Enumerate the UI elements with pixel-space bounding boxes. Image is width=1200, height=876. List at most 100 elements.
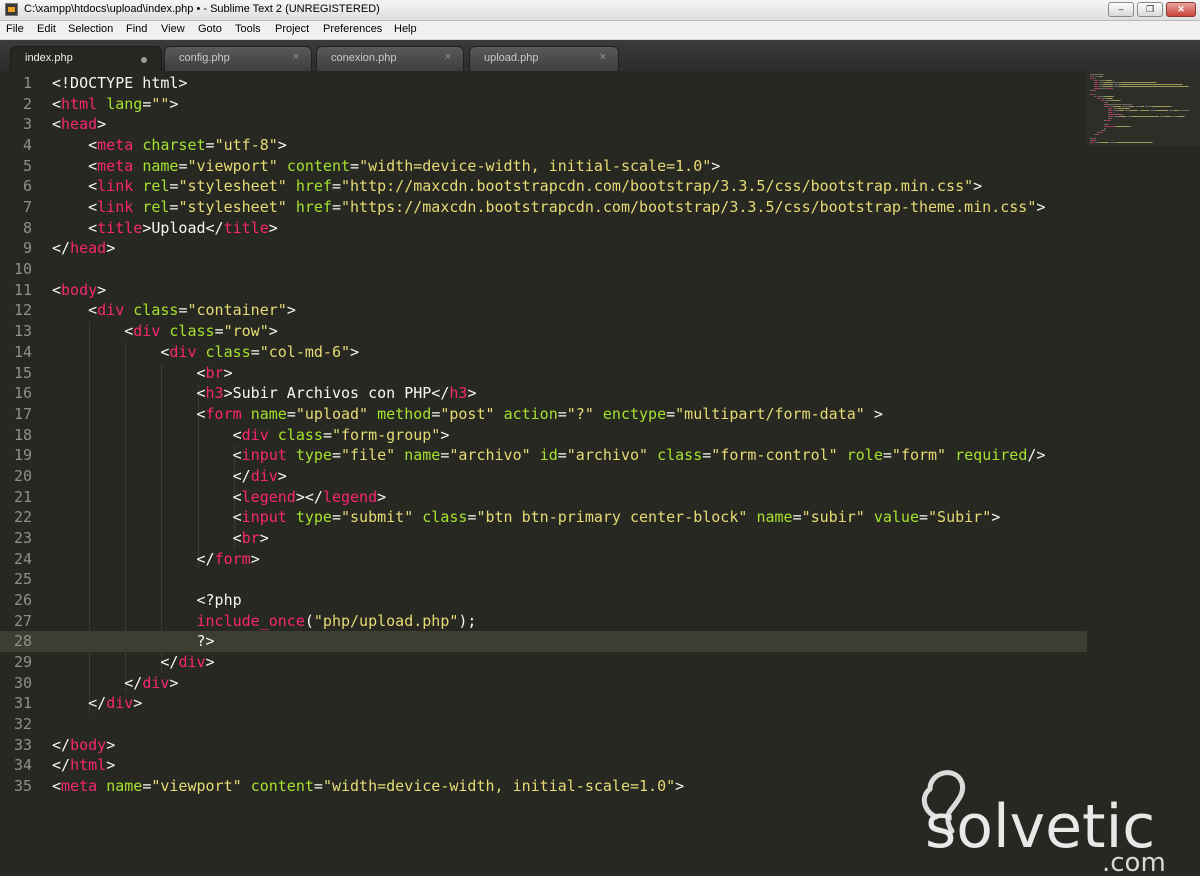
code-token: "Subir" <box>928 508 992 527</box>
code-line[interactable]: <div class="container"> <box>52 300 296 321</box>
code-line[interactable]: <title>Upload</title> <box>52 218 278 239</box>
code-token: < <box>52 156 98 175</box>
minimap-segment <box>1111 88 1113 89</box>
minimap-segment <box>1128 106 1135 107</box>
minimap-segment <box>1102 84 1114 85</box>
code-line[interactable]: <div class="form-group"> <box>52 425 450 446</box>
code-token: >Upload</ <box>142 218 224 237</box>
code-token: = <box>792 508 802 527</box>
minimap-segment <box>1107 102 1108 103</box>
line-number-gutter[interactable]: 1 2 3 4 5 6 7 8 9 10 11 12 13 14 15 16 17 18 19 20 21 22 23 24 2… <box>0 71 44 814</box>
line-number: 5 <box>22 156 32 175</box>
minimap-segment <box>1103 96 1114 97</box>
tab-upload-php[interactable]: upload.php × <box>469 46 619 71</box>
code-line[interactable]: <input type="file" name="archivo" id="ar… <box>52 445 1046 466</box>
code-token: html <box>70 756 107 775</box>
unsaved-dot-icon[interactable] <box>141 57 147 63</box>
tab-config-php[interactable]: config.php × <box>164 46 312 71</box>
code-line[interactable]: ?> <box>52 631 214 652</box>
code-line[interactable]: <br> <box>52 363 232 384</box>
code-token: > <box>205 653 215 672</box>
line-number: 12 <box>13 301 32 320</box>
code-line[interactable]: </head> <box>52 238 115 259</box>
code-line[interactable]: <!DOCTYPE html> <box>52 73 187 94</box>
menu-tools[interactable]: Tools <box>235 23 261 35</box>
code-token: = <box>331 446 341 465</box>
code-token: "post" <box>440 404 495 423</box>
code-token: < <box>52 425 242 444</box>
code-line[interactable]: <body> <box>52 280 106 301</box>
code-token: class <box>133 301 179 320</box>
tab-conexion-php[interactable]: conexion.php × <box>316 46 464 71</box>
menu-edit[interactable]: Edit <box>37 23 56 35</box>
code-line[interactable]: <h3>Subir Archivos con PHP</h3> <box>52 383 476 404</box>
code-token: > <box>169 673 179 692</box>
menu-selection[interactable]: Selection <box>68 23 113 35</box>
code-line[interactable]: <div class="row"> <box>52 321 278 342</box>
code-token: > <box>250 549 260 568</box>
line-number: 35 <box>13 777 32 796</box>
menu-find[interactable]: Find <box>126 23 147 35</box>
code-line[interactable]: include_once("php/upload.php"); <box>52 611 477 632</box>
code-line[interactable]: <link rel="stylesheet" href="https://max… <box>52 197 1045 218</box>
minimap-segment <box>1108 116 1114 117</box>
code-token: "viewport" <box>187 156 278 175</box>
code-token: = <box>666 404 676 423</box>
code-line[interactable]: </form> <box>52 549 260 570</box>
tab-close-icon[interactable]: × <box>293 51 299 63</box>
line-number: 26 <box>13 591 32 609</box>
menu-help[interactable]: Help <box>394 23 417 35</box>
maximize-button[interactable]: ❐ <box>1137 2 1163 17</box>
code-line[interactable]: <link rel="stylesheet" href="http://maxc… <box>52 176 982 197</box>
editor-area[interactable]: 1 2 3 4 5 6 7 8 9 10 11 12 13 14 15 16 17 18 19 20 21 22 23 24 2… <box>0 71 1200 876</box>
code-token: < <box>52 94 62 113</box>
menu-view[interactable]: View <box>161 23 185 35</box>
close-button[interactable]: ✕ <box>1166 2 1196 17</box>
code-line[interactable]: <br> <box>52 528 269 549</box>
code-token: action <box>503 404 558 423</box>
code-line[interactable]: <input type="submit" class="btn btn-prim… <box>52 507 1001 528</box>
code-line[interactable]: </body> <box>52 735 115 756</box>
line-number: 33 <box>13 735 32 754</box>
code-token: meta <box>61 777 98 796</box>
code-token: = <box>142 94 152 113</box>
code-line[interactable]: </html> <box>52 755 115 776</box>
minimap-segment <box>1090 74 1104 75</box>
code-token: > <box>277 466 287 485</box>
menu-goto[interactable]: Goto <box>198 23 222 35</box>
code-line[interactable]: <legend></legend> <box>52 487 387 508</box>
code-line[interactable]: <meta charset="utf-8"> <box>52 135 287 156</box>
code-line[interactable]: <form name="upload" method="post" action… <box>52 404 882 425</box>
code-token: "archivo" <box>566 446 649 465</box>
minimap-segment <box>1155 82 1157 83</box>
code-line[interactable]: </div> <box>52 466 287 487</box>
menu-file[interactable]: File <box>6 23 24 35</box>
line-number: 14 <box>13 342 32 361</box>
code-token: div <box>250 466 278 485</box>
code-line[interactable]: <div class="col-md-6"> <box>52 342 359 363</box>
tab-close-icon[interactable]: × <box>445 51 451 63</box>
code-line[interactable]: <meta name="viewport" content="width=dev… <box>52 156 720 177</box>
sublime-app-icon <box>5 3 18 16</box>
code-token: < <box>52 384 206 403</box>
code-line[interactable]: </div> <box>52 673 178 694</box>
minimap[interactable] <box>1087 71 1200 146</box>
code-line[interactable]: <?php <box>52 590 241 611</box>
code-token: div <box>106 694 134 713</box>
tab-index-php[interactable]: index.php <box>10 46 162 71</box>
menu-project[interactable]: Project <box>275 23 309 35</box>
code-token: > <box>711 156 721 175</box>
code-token: < <box>52 218 98 237</box>
code-line[interactable]: </div> <box>52 652 215 673</box>
code-line[interactable]: <meta name="viewport" content="width=dev… <box>52 776 684 797</box>
code-line[interactable]: <head> <box>52 114 106 135</box>
code-view[interactable]: <!DOCTYPE html> <html lang=""> <head> <met… <box>52 71 1087 814</box>
menu-preferences[interactable]: Preferences <box>323 23 382 35</box>
code-line[interactable]: </div> <box>52 693 142 714</box>
minimap-segment <box>1171 106 1173 107</box>
minimize-button[interactable]: ‒ <box>1108 2 1134 17</box>
tab-close-icon[interactable]: × <box>600 51 606 63</box>
code-line[interactable]: <html lang=""> <box>52 94 178 115</box>
minimap-segment <box>1112 80 1114 81</box>
